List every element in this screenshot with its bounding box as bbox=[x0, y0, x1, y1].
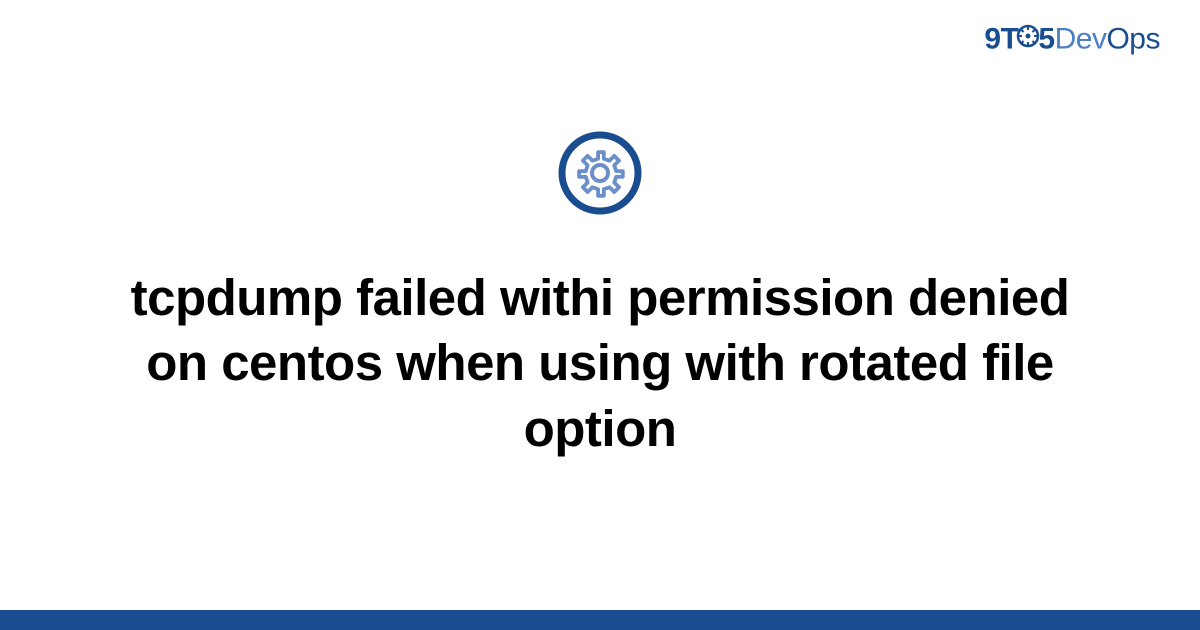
gear-emblem-icon bbox=[557, 130, 643, 221]
logo-ops: Ops bbox=[1106, 22, 1160, 55]
site-logo: 9T 5DevOps bbox=[984, 22, 1160, 59]
logo-dev: Dev bbox=[1055, 22, 1107, 55]
logo-suffix: 5 bbox=[1038, 22, 1054, 55]
footer-bar bbox=[0, 610, 1200, 630]
page-title: tcpdump failed withi permission denied o… bbox=[120, 265, 1080, 461]
gear-icon bbox=[1016, 22, 1040, 56]
logo-prefix: 9T bbox=[984, 22, 1018, 55]
